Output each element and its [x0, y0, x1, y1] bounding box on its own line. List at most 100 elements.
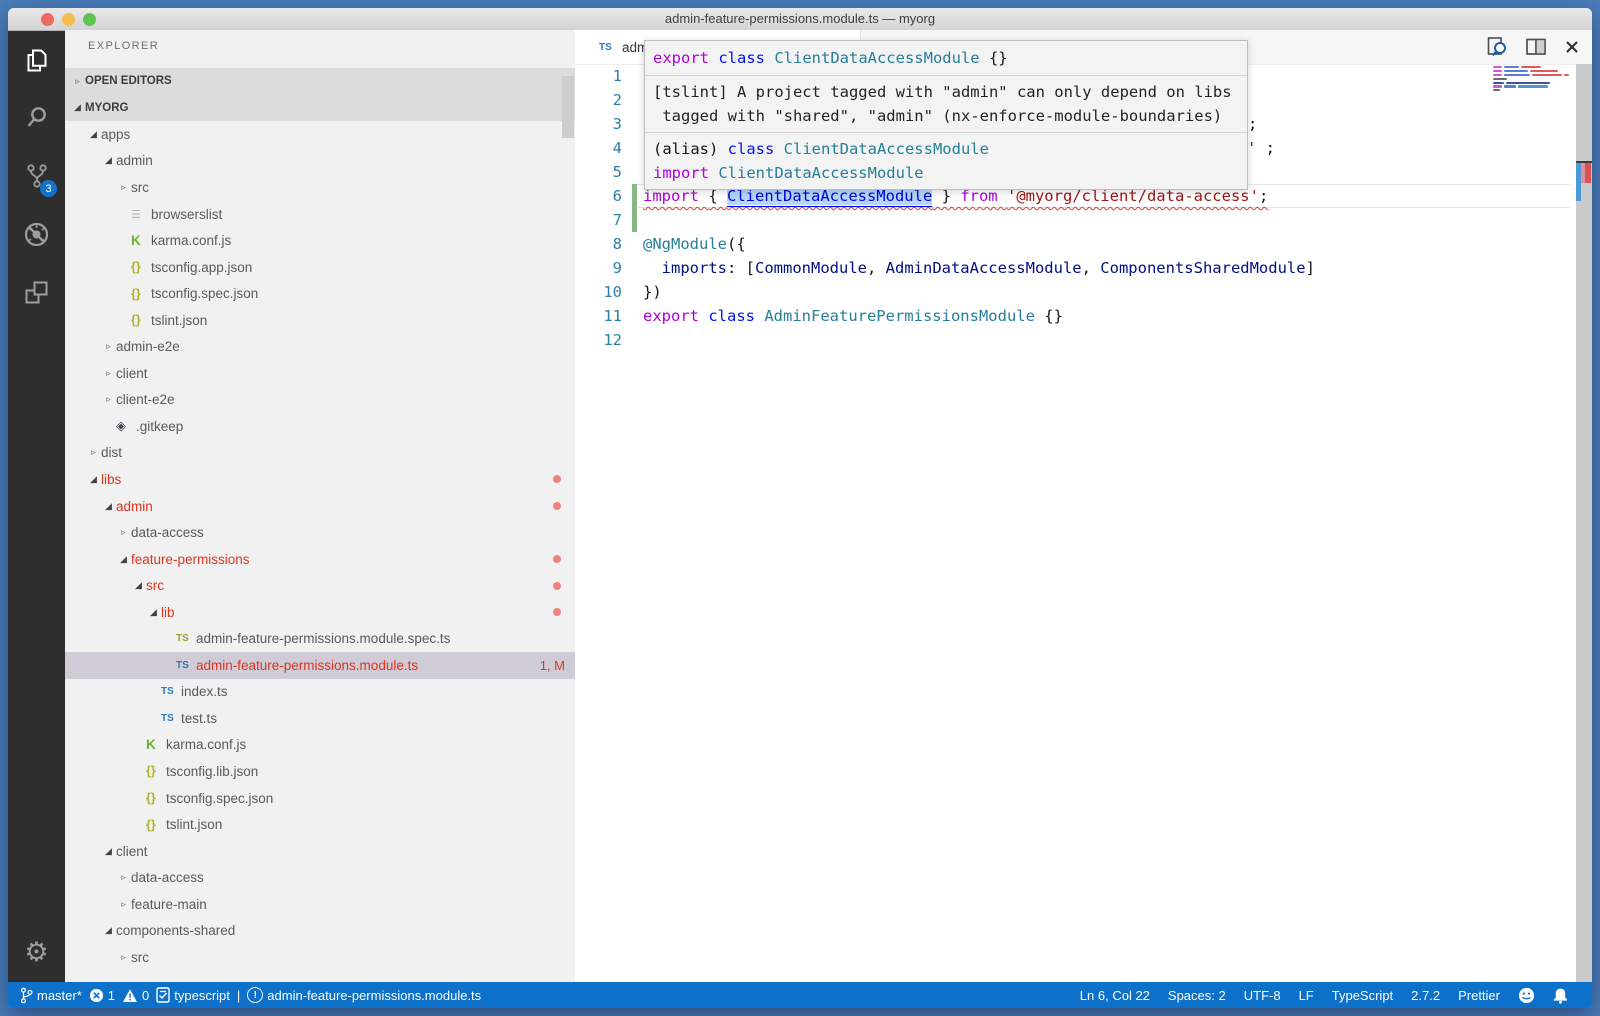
- open-changes-icon[interactable]: [1486, 36, 1508, 58]
- twisty-icon: ◢: [101, 925, 116, 936]
- code-token: ,: [1082, 259, 1101, 277]
- tree-item-tslint-json[interactable]: {}tslint.json: [65, 811, 575, 838]
- tree-item-admin-feature-permissions-module-ts[interactable]: TSadmin-feature-permissions.module.ts1, …: [65, 652, 575, 679]
- extensions-icon: [23, 279, 50, 306]
- json-file-icon: {}: [146, 791, 166, 805]
- status-warnings[interactable]: 0: [122, 988, 149, 1003]
- activity-explorer[interactable]: [8, 31, 65, 89]
- tree-item-libs[interactable]: ◢libs: [65, 466, 575, 493]
- tree-item-lib[interactable]: ◢lib: [65, 599, 575, 626]
- twisty-icon: ▹: [116, 899, 131, 910]
- code-token: AdminDataAccessModule: [886, 259, 1082, 277]
- twisty-icon: ◢: [86, 129, 101, 140]
- tree-item-client[interactable]: ◢client: [65, 838, 575, 865]
- item-label: feature-main: [131, 897, 207, 912]
- code-token: {}: [1044, 307, 1063, 325]
- line-number: 11: [575, 304, 622, 328]
- tree-item-components-shared[interactable]: ◢components-shared: [65, 918, 575, 945]
- activity-source-control[interactable]: 3: [8, 147, 65, 205]
- code-editor[interactable]: 123;4' ;56import { ClientDataAccessModul…: [575, 64, 1576, 982]
- tree-item-karma-conf-js[interactable]: Kkarma.conf.js: [65, 227, 575, 254]
- status-notifications[interactable]: [1553, 987, 1568, 1004]
- code-token: import: [653, 164, 718, 182]
- item-label: components-shared: [116, 923, 235, 938]
- tree-item-feature-permissions[interactable]: ◢feature-permissions: [65, 546, 575, 573]
- tree-item-index-ts[interactable]: TSindex.ts: [65, 679, 575, 706]
- status-indentation[interactable]: Spaces: 2: [1168, 988, 1226, 1003]
- tree-item--gitkeep[interactable]: ◈.gitkeep: [65, 413, 575, 440]
- tree-item-client[interactable]: ▹client: [65, 360, 575, 387]
- status-eol[interactable]: LF: [1299, 988, 1314, 1003]
- item-label: MYORG: [85, 102, 128, 114]
- status-lint-file[interactable]: !admin-feature-permissions.module.ts: [247, 987, 481, 1003]
- tree-item-client-e2e[interactable]: ▹client-e2e: [65, 387, 575, 414]
- tree-item-admin-e2e[interactable]: ▹admin-e2e: [65, 333, 575, 360]
- tree-item-test-ts[interactable]: TStest.ts: [65, 705, 575, 732]
- twisty-icon: ◢: [101, 846, 116, 857]
- tree-item-data-access[interactable]: ▹data-access: [65, 864, 575, 891]
- twisty-icon: ▹: [101, 394, 116, 405]
- status-tslint-status[interactable]: typescript: [156, 987, 230, 1003]
- tree-item-dist[interactable]: ▹dist: [65, 440, 575, 467]
- tree-item-tsconfig-spec-json[interactable]: {}tsconfig.spec.json: [65, 785, 575, 812]
- code-token: {}: [989, 49, 1008, 67]
- item-label: admin-e2e: [116, 339, 180, 354]
- status-feedback[interactable]: [1518, 987, 1535, 1004]
- status-language-mode[interactable]: TypeScript: [1332, 988, 1393, 1003]
- status-text: |: [237, 988, 240, 1003]
- item-label: tsconfig.app.json: [151, 260, 252, 275]
- tree-item-admin[interactable]: ◢admin: [65, 493, 575, 520]
- tree-item-admin-feature-permissions-module-spec-ts[interactable]: TSadmin-feature-permissions.module.spec.…: [65, 625, 575, 652]
- section-open-editors[interactable]: ▹OPEN EDITORS: [65, 68, 575, 95]
- tree-item-feature-main[interactable]: ▹feature-main: [65, 891, 575, 918]
- tree-item-tslint-json[interactable]: {}tslint.json: [65, 307, 575, 334]
- warning-icon: [122, 988, 138, 1003]
- desktop: admin-feature-permissions.module.ts — my…: [0, 0, 1600, 1016]
- overview-ruler[interactable]: [1576, 64, 1592, 982]
- tree-item-src[interactable]: ◢src: [65, 572, 575, 599]
- code-token: tagged with "shared", "admin" (nx-enforc…: [653, 107, 1222, 125]
- item-label: browserslist: [151, 207, 222, 222]
- status-bar: master* 10 typescript | !admin-feature-permi…: [8, 982, 1592, 1008]
- minimap-line: [1493, 89, 1573, 91]
- status-text: master*: [37, 988, 82, 1003]
- tree-item-apps[interactable]: ◢apps: [65, 121, 575, 148]
- tree-item-admin[interactable]: ◢admin: [65, 148, 575, 175]
- status-errors[interactable]: 1: [89, 988, 115, 1003]
- split-editor-icon[interactable]: [1525, 37, 1547, 57]
- tree-item-src[interactable]: ▹src: [65, 944, 575, 971]
- activity-extensions[interactable]: [8, 263, 65, 321]
- code-line-8: @NgModule({: [643, 232, 746, 256]
- close-editor-icon[interactable]: [1564, 39, 1580, 55]
- activity-search[interactable]: [8, 89, 65, 147]
- status-git-branch[interactable]: master*: [20, 987, 82, 1004]
- tree-item-tsconfig-lib-json[interactable]: {}tsconfig.lib.json: [65, 758, 575, 785]
- json-file-icon: {}: [131, 287, 151, 301]
- ts-blue-file-icon: TS: [161, 686, 181, 697]
- code-token: ClientDataAccessModule: [718, 164, 923, 182]
- gear-icon[interactable]: ⚙: [8, 937, 65, 968]
- tree-item-data-access[interactable]: ▹data-access: [65, 519, 575, 546]
- status-encoding[interactable]: UTF-8: [1244, 988, 1281, 1003]
- debug-icon: [23, 221, 50, 248]
- status-cursor-position[interactable]: Ln 6, Col 22: [1080, 988, 1150, 1003]
- activity-debug[interactable]: [8, 205, 65, 263]
- title-bar[interactable]: admin-feature-permissions.module.ts — my…: [8, 8, 1592, 31]
- karma-file-icon: K: [131, 233, 151, 248]
- tree-item-tsconfig-spec-json[interactable]: {}tsconfig.spec.json: [65, 280, 575, 307]
- status-ts-version[interactable]: 2.7.2: [1411, 988, 1440, 1003]
- git-modified-gutter: [632, 184, 637, 232]
- minimap[interactable]: [1493, 66, 1573, 93]
- item-label: .gitkeep: [136, 419, 183, 434]
- sidebar-scrollbar[interactable]: [562, 76, 574, 138]
- line-number: 5: [575, 160, 622, 184]
- section-myorg[interactable]: ◢MYORG: [65, 95, 575, 122]
- tree-item-src[interactable]: ▹src: [65, 174, 575, 201]
- tree-item-browserslist[interactable]: ☰browserslist: [65, 201, 575, 228]
- code-token: }): [643, 283, 662, 301]
- smiley-icon: [1518, 987, 1535, 1004]
- status-prettier[interactable]: Prettier: [1458, 988, 1500, 1003]
- tree-item-karma-conf-js[interactable]: Kkarma.conf.js: [65, 732, 575, 759]
- tree-item-tsconfig-app-json[interactable]: {}tsconfig.app.json: [65, 254, 575, 281]
- code-line-9: imports: [CommonModule, AdminDataAccessM…: [643, 256, 1315, 280]
